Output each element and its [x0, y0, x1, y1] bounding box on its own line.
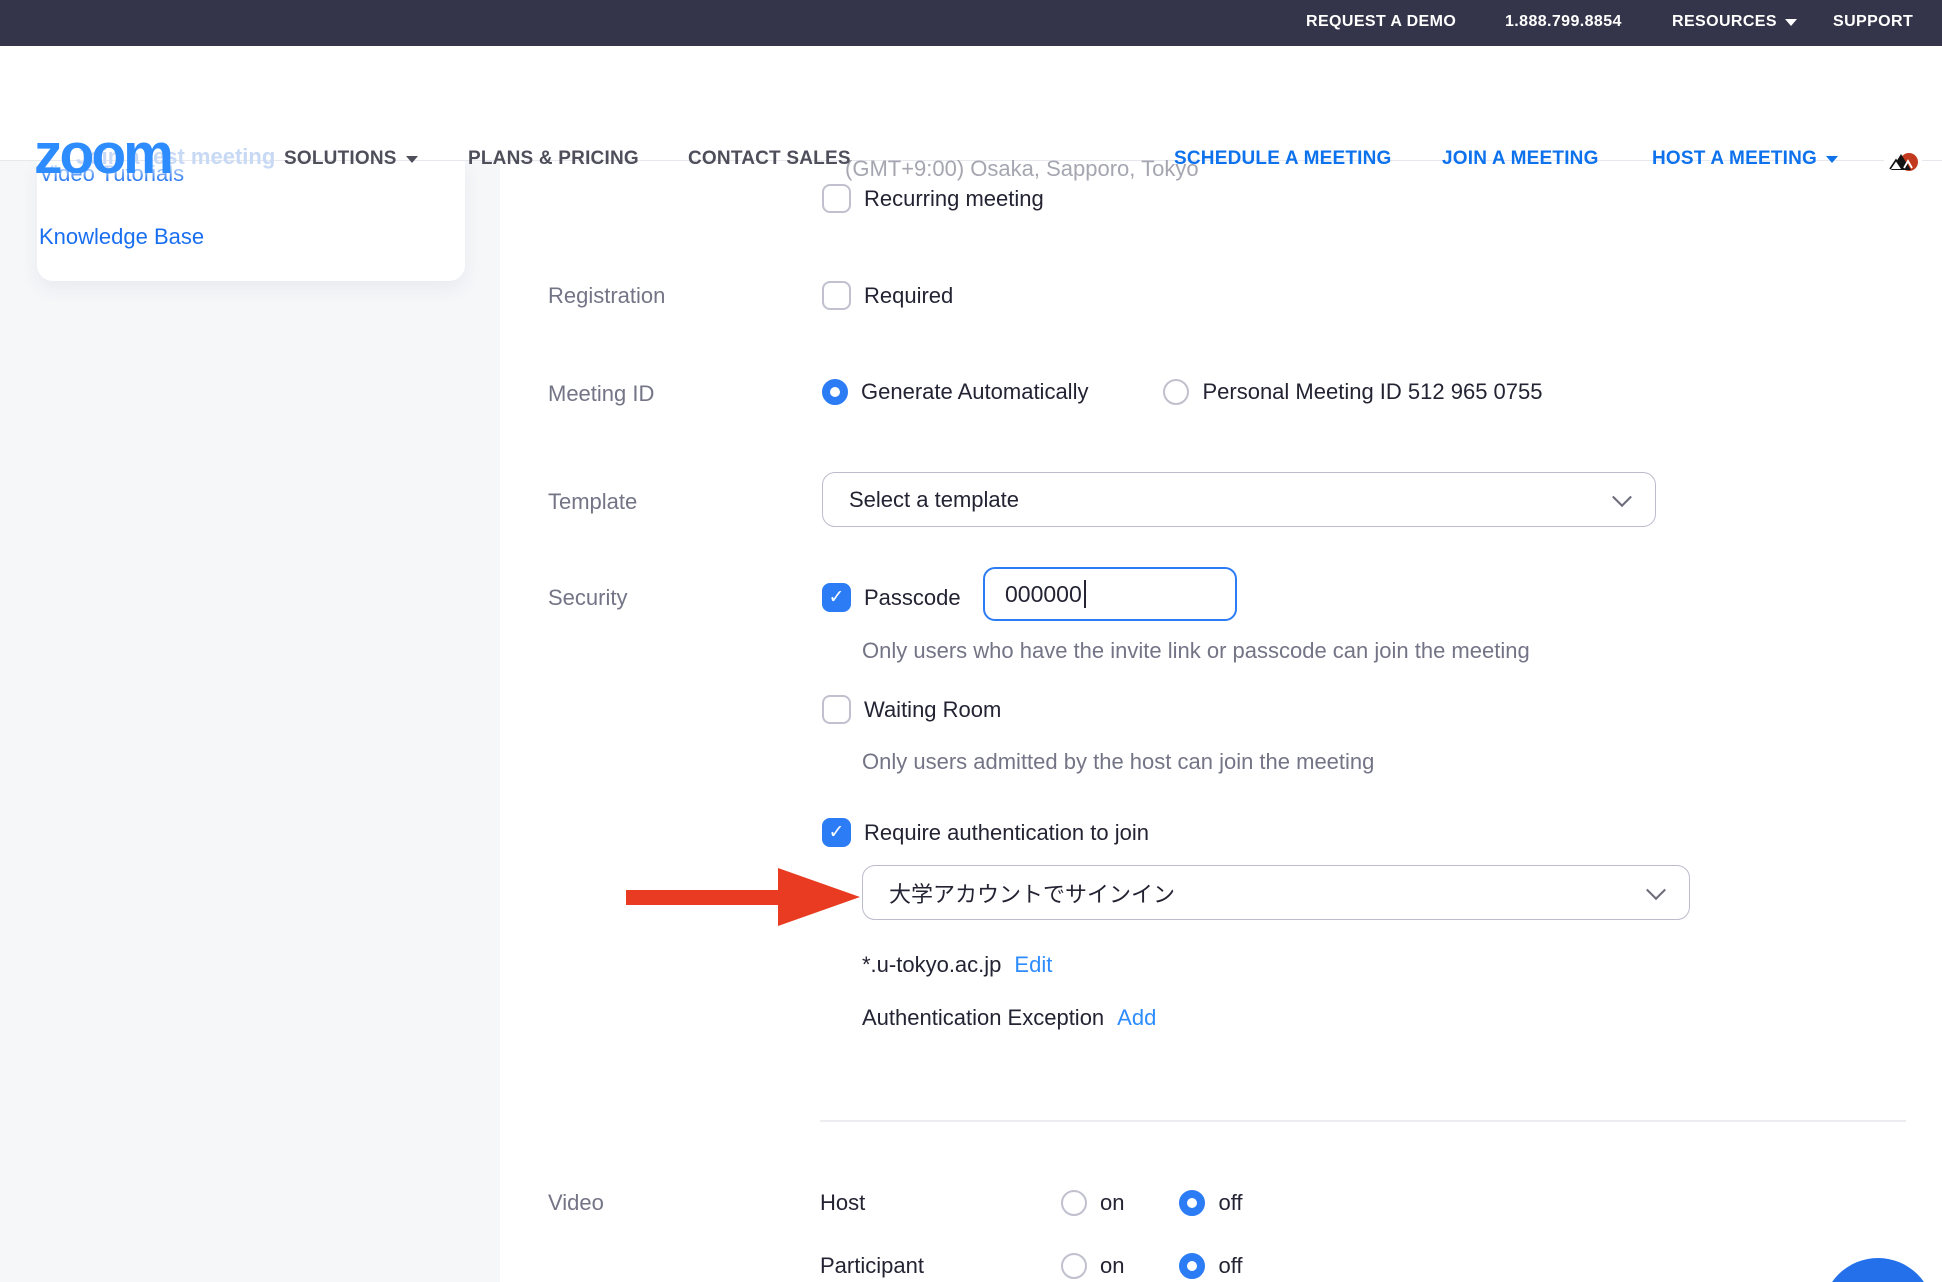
auth-exception-label: Authentication Exception	[862, 1005, 1104, 1031]
chevron-down-icon	[1612, 487, 1632, 507]
host-video-off-label: off	[1218, 1190, 1242, 1216]
nav-contact-sales-label: CONTACT SALES	[688, 148, 851, 170]
section-divider	[820, 1120, 1906, 1122]
require-auth-checkbox[interactable]: ✓	[822, 818, 851, 847]
auth-method-value: 大学アカウントでサインイン	[889, 877, 1175, 909]
waiting-room-hint: Only users admitted by the host can join…	[862, 749, 1374, 775]
resources-menu-label: RESOURCES	[1672, 13, 1777, 31]
nav-host-meeting-label: HOST A MEETING	[1652, 148, 1817, 170]
registration-required-label: Required	[864, 283, 953, 309]
passcode-row: ✓ Passcode	[822, 583, 961, 612]
nav-host-meeting[interactable]: HOST A MEETING	[1652, 148, 1838, 170]
meeting-id-personal-label: Personal Meeting ID 512 965 0755	[1202, 379, 1542, 405]
meeting-id-generate-radio[interactable]	[822, 379, 848, 405]
caret-down-icon	[1826, 156, 1838, 163]
sidebar-background	[0, 160, 500, 1282]
video-host-row: Host on off	[820, 1190, 1243, 1216]
check-icon: ✓	[829, 823, 845, 842]
caret-down-icon	[406, 156, 418, 163]
recurring-meeting-row: Recurring meeting	[822, 184, 1044, 213]
passcode-hint: Only users who have the invite link or p…	[862, 638, 1530, 664]
template-select-value: Select a template	[849, 487, 1019, 513]
request-demo-link[interactable]: REQUEST A DEMO	[1306, 13, 1456, 31]
avatar-image	[1884, 141, 1922, 179]
require-auth-row: ✓ Require authentication to join	[822, 818, 1149, 847]
text-cursor	[1084, 580, 1086, 608]
passcode-label: Passcode	[864, 585, 961, 611]
auth-exception-add-link[interactable]: Add	[1117, 1005, 1156, 1031]
meeting-id-generate-label: Generate Automatically	[861, 379, 1088, 405]
registration-section-label: Registration	[548, 283, 665, 309]
meeting-id-row: Generate Automatically Personal Meeting …	[822, 379, 1542, 405]
chevron-down-icon	[1646, 880, 1666, 900]
nav-plans-pricing-label: PLANS & PRICING	[468, 148, 639, 170]
waiting-room-checkbox[interactable]	[822, 695, 851, 724]
host-video-on-label: on	[1100, 1190, 1124, 1216]
template-section-label: Template	[548, 489, 637, 515]
auth-domain-row: *.u-tokyo.ac.jp Edit	[862, 952, 1052, 978]
meeting-id-section-label: Meeting ID	[548, 381, 654, 407]
passcode-input[interactable]: 000000	[983, 567, 1237, 621]
auth-domain-edit-link[interactable]: Edit	[1014, 952, 1052, 978]
help-chat-button[interactable]	[1822, 1258, 1934, 1282]
red-arrow-annotation	[626, 866, 864, 928]
waiting-room-row: Waiting Room	[822, 695, 1001, 724]
recurring-meeting-label: Recurring meeting	[864, 186, 1044, 212]
nav-schedule-meeting[interactable]: SCHEDULE A MEETING	[1174, 148, 1392, 170]
nav-schedule-meeting-label: SCHEDULE A MEETING	[1174, 148, 1392, 170]
auth-method-select[interactable]: 大学アカウントでサインイン	[862, 865, 1690, 920]
passcode-checkbox[interactable]: ✓	[822, 583, 851, 612]
caret-down-icon	[1785, 19, 1797, 26]
template-select[interactable]: Select a template	[822, 472, 1656, 527]
nav-join-meeting-label: JOIN A MEETING	[1442, 148, 1599, 170]
waiting-room-label: Waiting Room	[864, 697, 1001, 723]
nav-join-meeting[interactable]: JOIN A MEETING	[1442, 148, 1599, 170]
auth-exception-row: Authentication Exception Add	[862, 1005, 1156, 1031]
require-auth-label: Require authentication to join	[864, 820, 1149, 846]
nav-solutions-label: SOLUTIONS	[284, 148, 397, 170]
video-host-label: Host	[820, 1190, 1048, 1216]
zoom-logo[interactable]: zoom	[34, 126, 171, 183]
nav-plans-pricing[interactable]: PLANS & PRICING	[468, 148, 639, 170]
support-link[interactable]: SUPPORT	[1833, 13, 1913, 31]
participant-video-on-radio[interactable]	[1061, 1253, 1087, 1279]
main-navbar: Join a test meeting (GMT+9:00) Osaka, Sa…	[0, 46, 1942, 161]
sidebar-link-knowledge-base[interactable]: Knowledge Base	[39, 224, 204, 250]
registration-row: Required	[822, 281, 953, 310]
utility-topbar: REQUEST A DEMO 1.888.799.8854 RESOURCES …	[0, 0, 1942, 46]
host-video-on-radio[interactable]	[1061, 1190, 1087, 1216]
auth-domain-value: *.u-tokyo.ac.jp	[862, 952, 1001, 978]
resources-menu[interactable]: RESOURCES	[1672, 13, 1797, 31]
video-participant-label: Participant	[820, 1253, 1048, 1279]
registration-required-checkbox[interactable]	[822, 281, 851, 310]
video-participant-row: Participant on off	[820, 1253, 1243, 1279]
recurring-meeting-checkbox[interactable]	[822, 184, 851, 213]
security-section-label: Security	[548, 585, 627, 611]
host-video-off-radio[interactable]	[1179, 1190, 1205, 1216]
meeting-id-personal-radio[interactable]	[1163, 379, 1189, 405]
ghost-timezone-text: (GMT+9:00) Osaka, Sapporo, Tokyo	[845, 156, 1199, 182]
passcode-value: 000000	[1005, 581, 1082, 608]
video-section-label: Video	[548, 1190, 604, 1216]
account-avatar[interactable]	[1884, 141, 1922, 179]
participant-video-off-label: off	[1218, 1253, 1242, 1279]
participant-video-on-label: on	[1100, 1253, 1124, 1279]
phone-number-link[interactable]: 1.888.799.8854	[1505, 13, 1622, 31]
nav-contact-sales[interactable]: CONTACT SALES	[688, 148, 851, 170]
participant-video-off-radio[interactable]	[1179, 1253, 1205, 1279]
check-icon: ✓	[829, 588, 845, 607]
nav-solutions[interactable]: SOLUTIONS	[284, 148, 418, 170]
schedule-meeting-page: Video Tutorials Knowledge Base Recurring…	[0, 0, 1942, 1282]
